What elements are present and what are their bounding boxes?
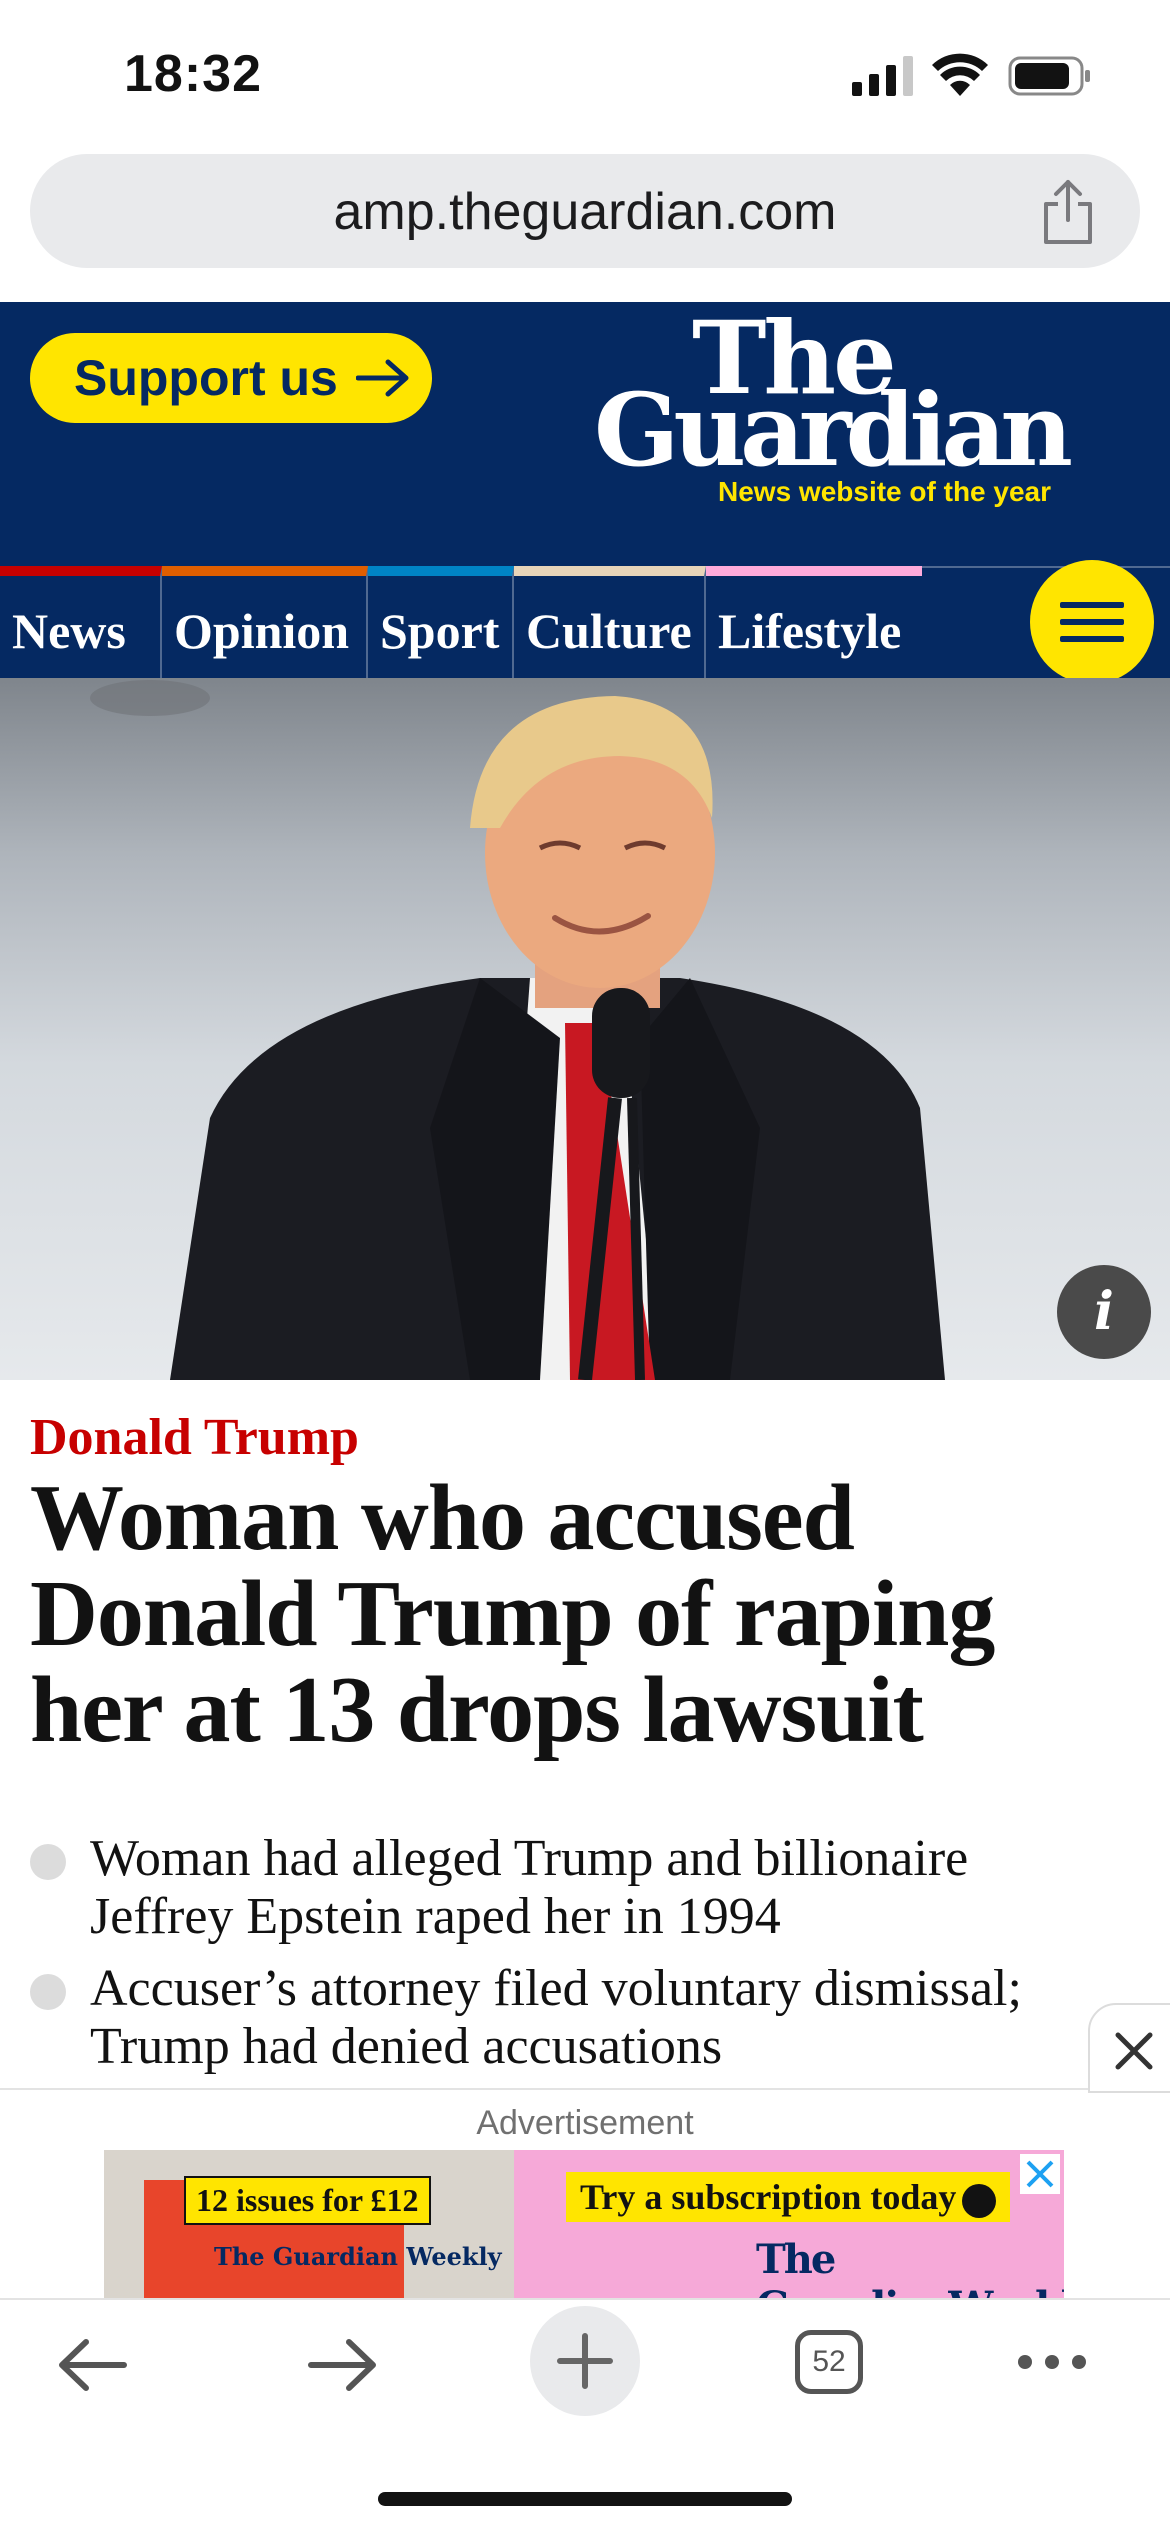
menu-button[interactable] xyxy=(1030,560,1154,684)
nav-item-culture[interactable]: Culture xyxy=(514,566,706,678)
list-item: Accuser’s attorney filed voluntary dismi… xyxy=(30,1960,1090,2076)
address-bar[interactable]: amp.theguardian.com xyxy=(30,154,1140,268)
nav-item-sport[interactable]: Sport xyxy=(368,566,514,678)
logo-tagline: News website of the year xyxy=(718,476,1052,507)
list-item: Woman had alleged Trump and billionaire … xyxy=(30,1830,1090,1946)
bullet-text: Woman had alleged Trump and billionaire … xyxy=(90,1830,969,1945)
nav-item-news[interactable]: News xyxy=(0,566,162,678)
ad-cta-text: Try a subscription today xyxy=(580,2177,957,2217)
guardian-logo[interactable]: The Guardian News website of the year xyxy=(580,308,1120,518)
section-nav: News Opinion Sport Culture Lifestyle xyxy=(0,566,1170,678)
nav-item-opinion[interactable]: Opinion xyxy=(162,566,368,678)
back-icon[interactable] xyxy=(40,2310,150,2420)
home-indicator[interactable] xyxy=(378,2492,792,2506)
ad-brand: The GuardianWeekly xyxy=(756,2236,1064,2298)
article-kicker[interactable]: Donald Trump xyxy=(30,1408,359,1467)
ad-label: Advertisement xyxy=(476,2104,694,2142)
forward-icon[interactable] xyxy=(285,2310,395,2420)
nav-label: Lifestyle xyxy=(718,603,902,659)
article-standfirst: Woman had alleged Trump and billionaire … xyxy=(30,1830,1090,2090)
nav-label: News xyxy=(12,603,126,659)
info-icon[interactable]: i xyxy=(1057,1265,1151,1359)
url-text: amp.theguardian.com xyxy=(333,183,837,241)
new-tab-button[interactable] xyxy=(530,2306,640,2416)
ad-cta: Try a subscription today xyxy=(566,2172,1011,2222)
ad-mini-logo: The Guardian Weekly xyxy=(214,2242,502,2271)
nav-label: Opinion xyxy=(174,603,350,659)
plus-icon xyxy=(557,2333,613,2389)
nav-label: Sport xyxy=(380,603,500,659)
close-icon xyxy=(1115,2032,1153,2070)
ad-close-button[interactable] xyxy=(1088,2003,1170,2093)
nav-label: Culture xyxy=(526,603,692,659)
article-hero-image[interactable] xyxy=(0,678,1170,1380)
status-time: 18:32 xyxy=(124,45,262,103)
battery-icon xyxy=(1008,56,1090,96)
bullet-dot-icon xyxy=(30,1844,66,1880)
more-icon[interactable] xyxy=(1000,2310,1110,2420)
speaker-photo xyxy=(90,680,945,1380)
status-bar: 18:32 xyxy=(0,0,1170,150)
advertisement: Advertisement 12 issues for £12 The Guar… xyxy=(0,2088,1170,2298)
nav-item-lifestyle[interactable]: Lifestyle xyxy=(706,566,922,678)
bullet-text: Accuser’s attorney filed voluntary dismi… xyxy=(90,1960,1022,2075)
logo-guardian: Guardian xyxy=(594,371,1073,489)
cellular-signal-icon xyxy=(852,56,913,96)
bullet-dot-icon xyxy=(30,1974,66,2010)
ad-choices-close-icon[interactable] xyxy=(1020,2154,1060,2194)
share-icon[interactable] xyxy=(1036,176,1100,248)
tabs-button[interactable]: 52 xyxy=(795,2330,863,2394)
article-headline: Woman who accused Donald Trump of raping… xyxy=(30,1466,995,1762)
arrow-circle-icon xyxy=(962,2183,997,2218)
ad-banner[interactable]: 12 issues for £12 The Guardian Weekly Tr… xyxy=(104,2150,1064,2298)
arrow-right-icon xyxy=(355,359,409,397)
support-us-label: Support us xyxy=(74,350,338,406)
ad-offer: 12 issues for £12 xyxy=(184,2176,431,2225)
support-us-button[interactable]: Support us xyxy=(30,333,432,423)
wifi-icon xyxy=(932,53,988,96)
